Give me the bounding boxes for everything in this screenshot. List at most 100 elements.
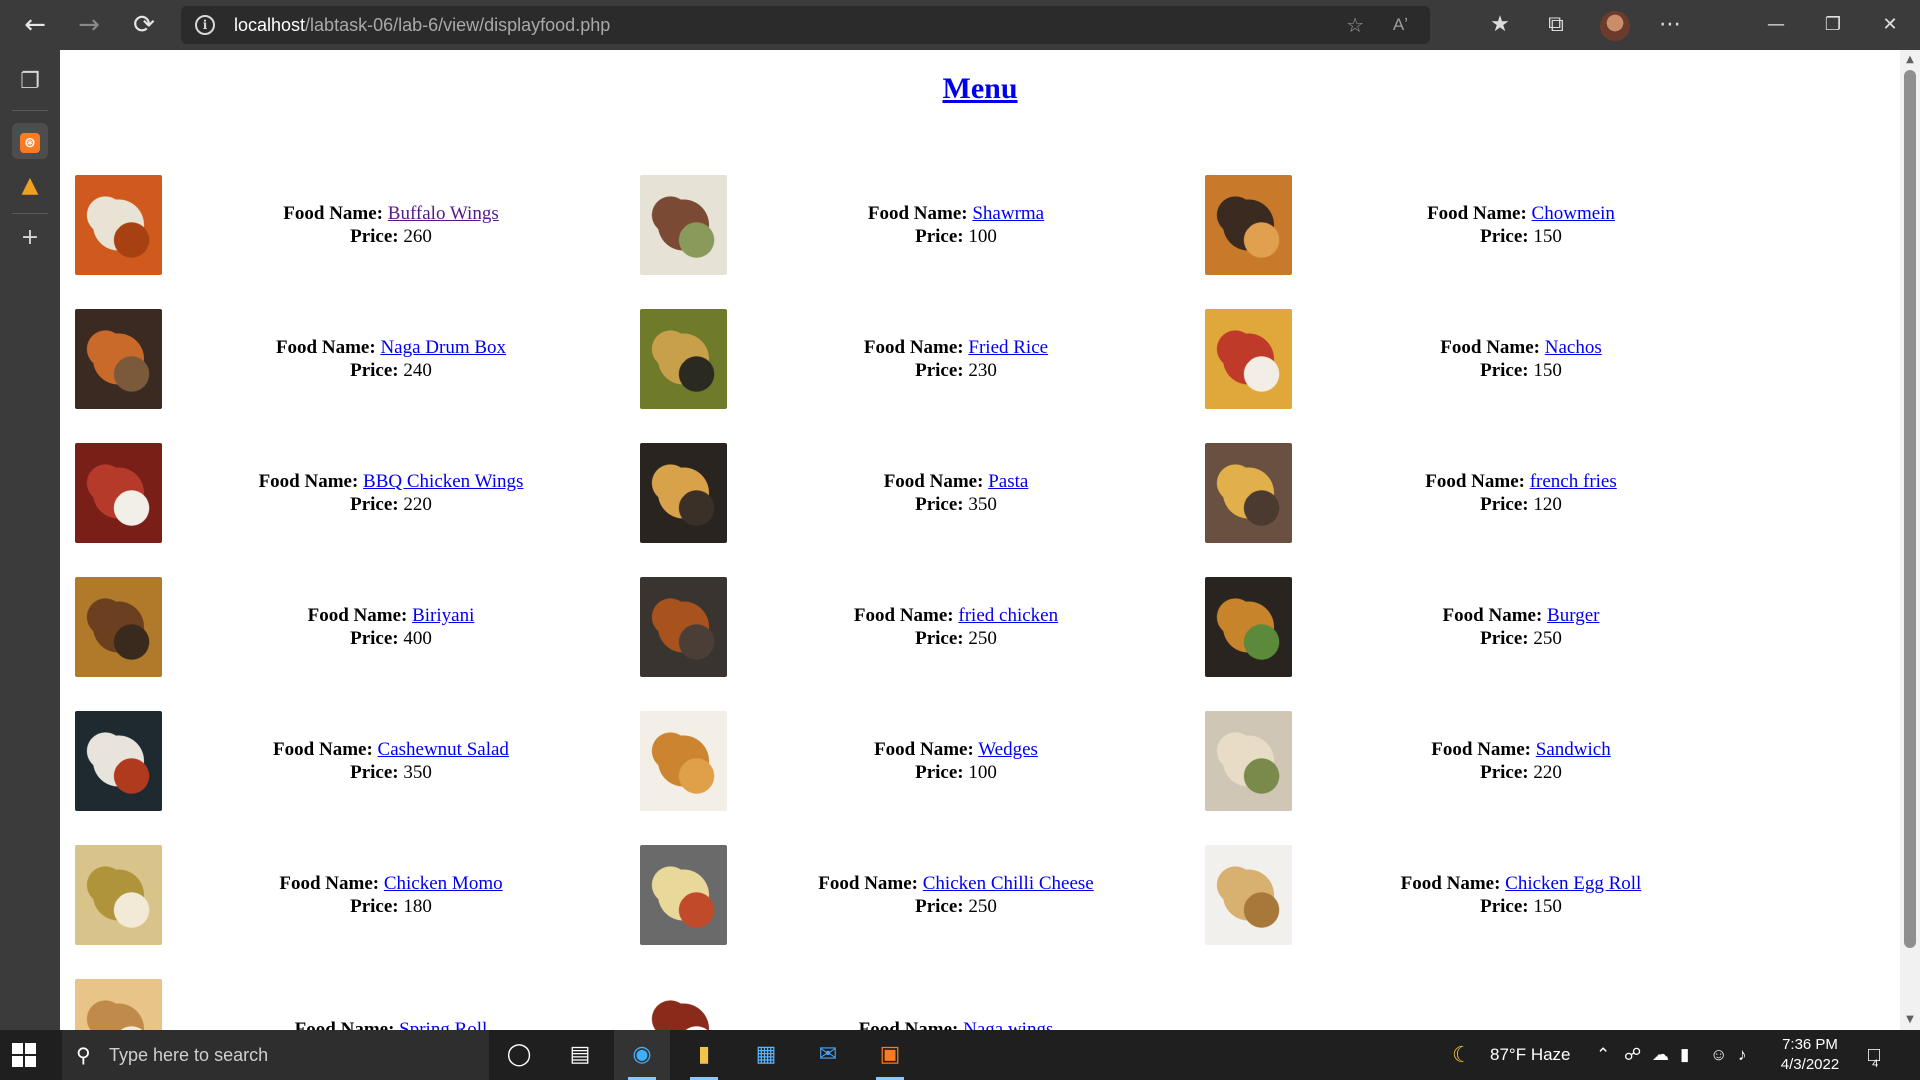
add-favorite-icon[interactable]: ☆	[1346, 6, 1364, 44]
food-name-link[interactable]: fried chicken	[958, 605, 1058, 626]
food-name-link[interactable]: Chowmein	[1532, 203, 1615, 224]
weather-moon-icon[interactable]: ☾	[1452, 1030, 1472, 1080]
food-name-link[interactable]: Shawrma	[972, 203, 1044, 224]
minimize-icon[interactable]: —	[1748, 0, 1804, 50]
tab-actions-icon[interactable]: ❐	[12, 64, 48, 100]
scroll-down-icon[interactable]: ▼	[1900, 1012, 1920, 1028]
task-view-icon[interactable]: ▤	[552, 1030, 608, 1080]
url-text[interactable]: localhost/labtask-06/lab-6/view/displayf…	[234, 6, 610, 44]
taskbar-search[interactable]: ⚲ Type here to search	[62, 1030, 489, 1080]
food-name-label: Food Name:	[1431, 739, 1532, 760]
close-icon[interactable]: ✕	[1862, 0, 1918, 50]
windows-start-icon[interactable]	[12, 1043, 36, 1067]
file-explorer-icon[interactable]: ▮	[676, 1030, 732, 1080]
food-name-label: Food Name:	[258, 471, 359, 492]
more-menu-icon[interactable]: ⋯	[1650, 6, 1690, 44]
browser-toolbar: ← → ⟳ i localhost/labtask-06/lab-6/view/…	[0, 0, 1920, 50]
price-value: 260	[403, 226, 432, 247]
meet-now-icon[interactable]: ☍	[1624, 1030, 1641, 1080]
food-name-link[interactable]: Wedges	[978, 739, 1038, 760]
food-image	[1205, 175, 1292, 275]
collections-icon[interactable]: ⧉	[1536, 6, 1576, 44]
menu-item: Food Name: Chicken Momo Price: 180	[60, 845, 620, 945]
profile-avatar[interactable]	[1600, 11, 1630, 41]
food-image	[1205, 711, 1292, 811]
onedrive-icon[interactable]: ☁	[1652, 1030, 1669, 1080]
food-name-link[interactable]: BBQ Chicken Wings	[363, 471, 523, 492]
search-icon: ⚲	[76, 1043, 91, 1067]
tray-chevron-icon[interactable]: ⌃	[1596, 1030, 1610, 1080]
food-name-label: Food Name:	[853, 605, 954, 626]
weather-text[interactable]: 87°F Haze	[1490, 1030, 1571, 1080]
menu-item: Food Name: Naga wings	[625, 979, 1185, 1030]
new-tab-icon[interactable]: +	[12, 220, 48, 256]
xampp-taskbar-icon[interactable]: ▣	[862, 1030, 918, 1080]
food-image	[1205, 577, 1292, 677]
food-name-link[interactable]: Fried Rice	[968, 337, 1048, 358]
menu-item: Food Name: Buffalo Wings Price: 260	[60, 175, 620, 275]
food-info: Food Name: Pasta Price: 350	[727, 443, 1185, 543]
food-price-line: Price: 220	[350, 493, 432, 516]
cortana-icon[interactable]: ◯	[491, 1030, 547, 1080]
food-name-link[interactable]: Sandwich	[1536, 739, 1611, 760]
notifications-icon[interactable]: □4	[1868, 1030, 1886, 1080]
food-name-link[interactable]: Buffalo Wings	[388, 203, 499, 224]
food-name-link[interactable]: Naga wings	[963, 1019, 1053, 1031]
food-name-link[interactable]: Cashewnut Salad	[378, 739, 509, 760]
scrollbar-thumb[interactable]	[1904, 70, 1916, 948]
menu-item: Food Name: Fried Rice Price: 230	[625, 309, 1185, 409]
back-icon[interactable]: ←	[16, 6, 54, 44]
food-name-link[interactable]: Burger	[1547, 605, 1599, 626]
food-name-link[interactable]: Nachos	[1545, 337, 1602, 358]
refresh-icon[interactable]: ⟳	[125, 6, 163, 44]
food-name-label: Food Name:	[294, 1018, 395, 1031]
forward-icon[interactable]: →	[70, 6, 108, 44]
wifi-icon[interactable]: ☺	[1710, 1030, 1727, 1080]
price-value: 150	[1533, 360, 1562, 381]
food-name-link[interactable]: Chicken Egg Roll	[1505, 873, 1641, 894]
address-bar[interactable]: i localhost/labtask-06/lab-6/view/displa…	[181, 6, 1430, 44]
food-name-line: Food Name: Fried Rice	[864, 336, 1048, 359]
food-price-line: Price: 240	[350, 359, 432, 382]
url-path: /labtask-06/lab-6/view/displayfood.php	[305, 15, 611, 35]
food-name-link[interactable]: Naga Drum Box	[380, 337, 506, 358]
price-value: 240	[403, 360, 432, 381]
price-value: 100	[968, 226, 997, 247]
menu-item: Food Name: french fries Price: 120	[1190, 443, 1750, 543]
menu-item: Food Name: BBQ Chicken Wings Price: 220	[60, 443, 620, 543]
food-name-link[interactable]: Chicken Chilli Cheese	[923, 873, 1094, 894]
microsoft-store-icon[interactable]: ▦	[738, 1030, 794, 1080]
mail-icon[interactable]: ✉	[800, 1030, 856, 1080]
scroll-up-icon[interactable]: ▲	[1900, 52, 1920, 68]
food-info: Food Name: french fries Price: 120	[1292, 443, 1750, 543]
food-name-link[interactable]: Pasta	[988, 471, 1028, 492]
food-name-link[interactable]: Spring Roll	[399, 1019, 487, 1031]
food-price-line: Price: 150	[1480, 895, 1562, 918]
battery-icon[interactable]: ▮	[1680, 1030, 1689, 1080]
food-price-line: Price: 120	[1480, 493, 1562, 516]
edge-browser-icon[interactable]: ◉	[614, 1030, 670, 1080]
food-name-label: Food Name:	[275, 337, 376, 358]
system-clock[interactable]: 7:36 PM 4/3/2022	[1770, 1035, 1850, 1075]
xampp-tab-icon[interactable]: ⊛	[12, 123, 48, 159]
food-name-line: Food Name: french fries	[1425, 470, 1617, 493]
food-name-link[interactable]: Biriyani	[412, 605, 474, 626]
site-info-icon[interactable]: i	[195, 15, 215, 35]
food-name-link[interactable]: french fries	[1530, 471, 1617, 492]
volume-icon[interactable]: ♪	[1738, 1030, 1747, 1080]
food-image	[1205, 443, 1292, 543]
tab-favicon-icon[interactable]: ▲	[12, 168, 48, 204]
food-price-line: Price: 220	[1480, 761, 1562, 784]
food-name-link[interactable]: Chicken Momo	[384, 873, 503, 894]
price-label: Price:	[350, 494, 399, 515]
vertical-scrollbar[interactable]: ▲ ▼	[1900, 50, 1920, 1030]
restore-icon[interactable]: ❐	[1805, 0, 1861, 50]
price-value: 250	[968, 896, 997, 917]
read-aloud-icon[interactable]: Aʼ	[1393, 6, 1408, 44]
favorites-icon[interactable]: ★	[1480, 6, 1520, 44]
food-price-line: Price: 350	[915, 493, 997, 516]
price-label: Price:	[915, 628, 964, 649]
food-price-line: Price: 250	[915, 627, 997, 650]
menu-link[interactable]: Menu	[943, 72, 1018, 105]
clock-date: 4/3/2022	[1780, 1056, 1840, 1073]
